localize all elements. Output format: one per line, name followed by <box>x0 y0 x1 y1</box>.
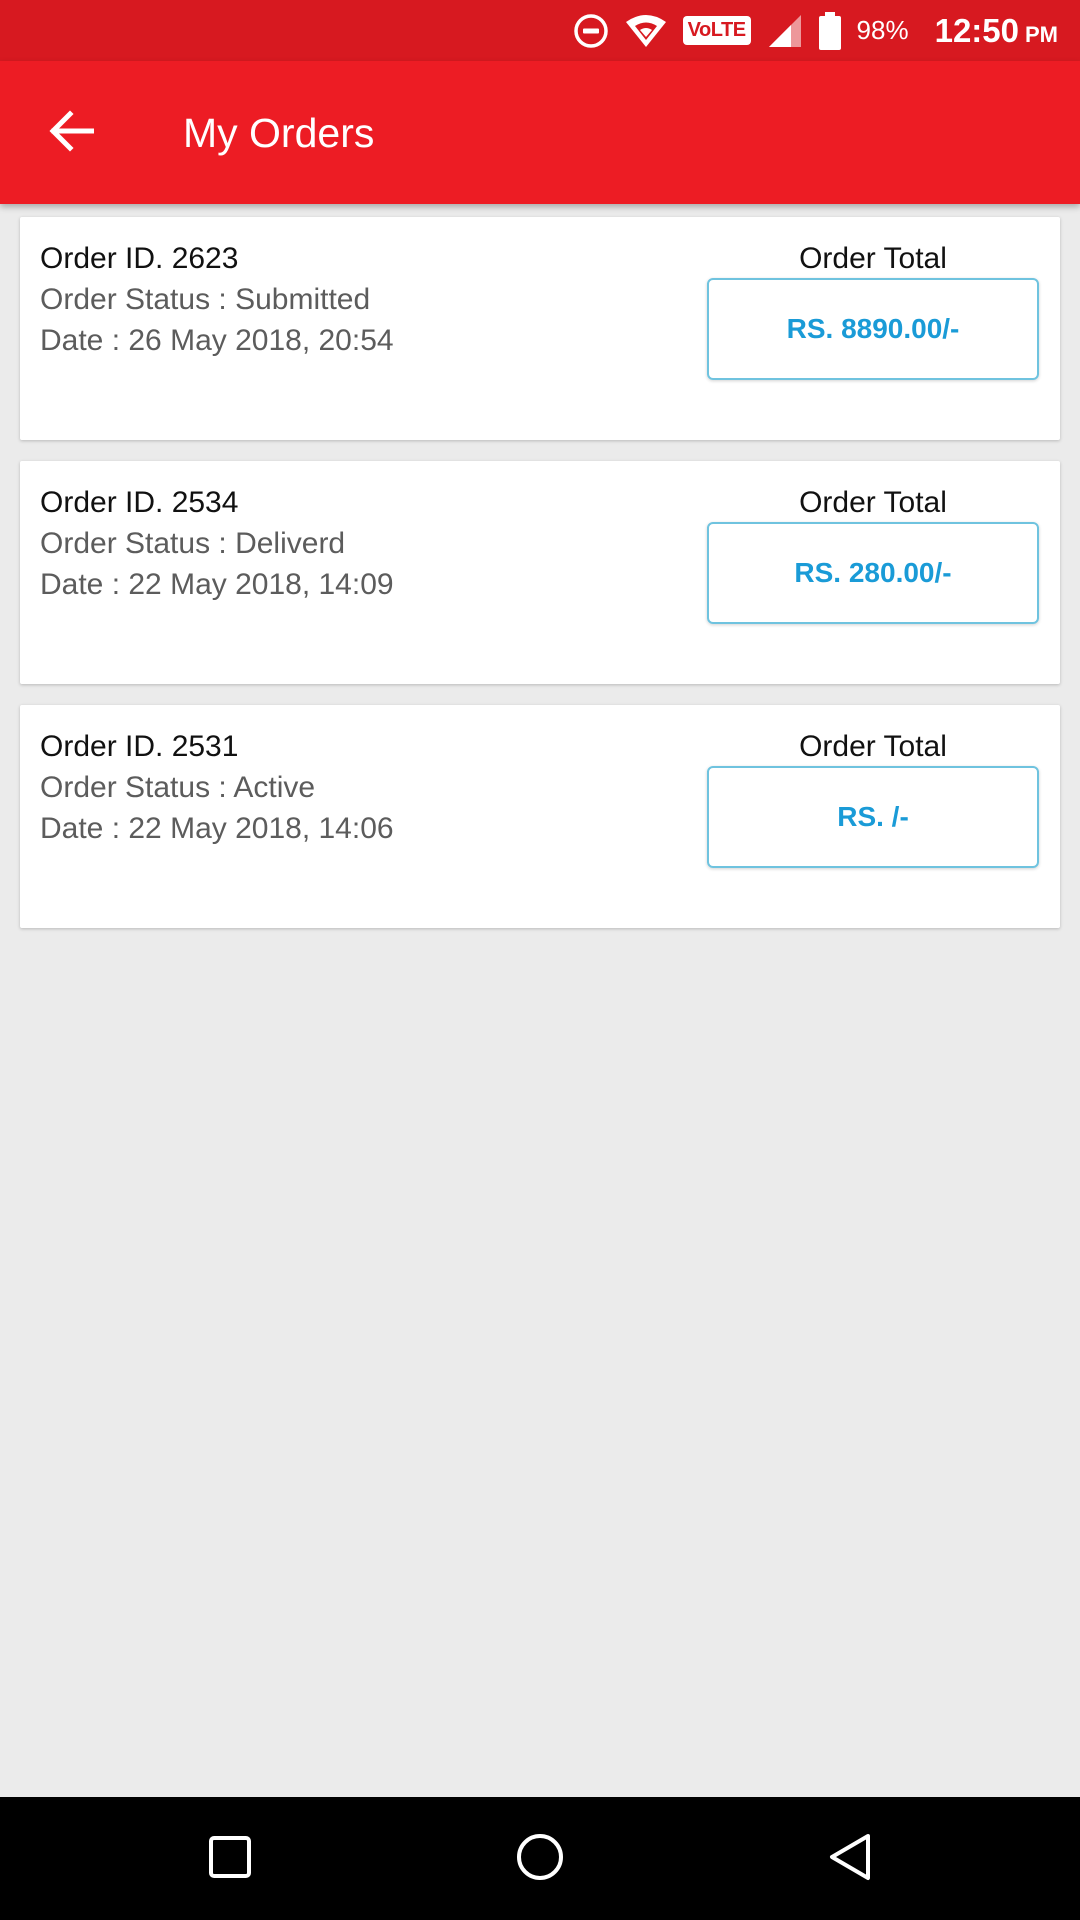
order-status: Order Status : Submitted <box>40 283 371 316</box>
volte-icon: VoLTE <box>682 16 751 45</box>
order-total-button[interactable]: RS. /- <box>707 766 1039 868</box>
recents-button[interactable] <box>198 1827 262 1891</box>
navigation-bar <box>0 1797 1080 1920</box>
recents-icon <box>208 1835 252 1884</box>
order-total-button[interactable]: RS. 8890.00/- <box>707 278 1039 380</box>
order-list: Order ID. 2623 Order Status : Submitted … <box>20 217 1060 949</box>
back-icon <box>826 1832 874 1887</box>
order-status: Order Status : Active <box>40 771 316 804</box>
home-icon <box>515 1832 565 1887</box>
do-not-disturb-icon <box>573 13 609 49</box>
order-date: Date : 26 May 2018, 20:54 <box>40 324 394 357</box>
battery-percent: 98% <box>856 15 909 45</box>
nav-back-button[interactable] <box>818 1827 882 1891</box>
home-button[interactable] <box>508 1827 572 1891</box>
order-total-label: Order Total <box>799 486 947 519</box>
order-id: Order ID. 2531 <box>40 730 239 763</box>
order-card[interactable]: Order ID. 2623 Order Status : Submitted … <box>20 217 1060 440</box>
clock-time: 12:50 <box>934 11 1019 49</box>
clock-ampm: PM <box>1025 21 1058 47</box>
order-status: Order Status : Deliverd <box>40 527 346 560</box>
wifi-icon <box>625 14 667 48</box>
order-total-label: Order Total <box>799 730 947 763</box>
order-card[interactable]: Order ID. 2534 Order Status : Deliverd D… <box>20 461 1060 684</box>
order-total-label: Order Total <box>799 242 947 275</box>
order-id: Order ID. 2534 <box>40 486 239 519</box>
back-button[interactable] <box>32 97 110 169</box>
order-date: Date : 22 May 2018, 14:09 <box>40 568 394 601</box>
order-total-button[interactable]: RS. 280.00/- <box>707 522 1039 624</box>
order-date: Date : 22 May 2018, 14:06 <box>40 812 394 845</box>
app-bar: My Orders <box>0 61 1080 204</box>
page-title: My Orders <box>183 110 375 156</box>
volte-badge: VoLTE <box>682 16 751 45</box>
cell-signal-icon <box>767 13 803 49</box>
arrow-back-icon <box>48 109 95 157</box>
order-card[interactable]: Order ID. 2531 Order Status : Active Dat… <box>20 705 1060 928</box>
order-id: Order ID. 2623 <box>40 242 239 275</box>
status-bar: VoLTE 98% 12:50 PM <box>0 0 1080 61</box>
battery-icon <box>818 11 841 50</box>
